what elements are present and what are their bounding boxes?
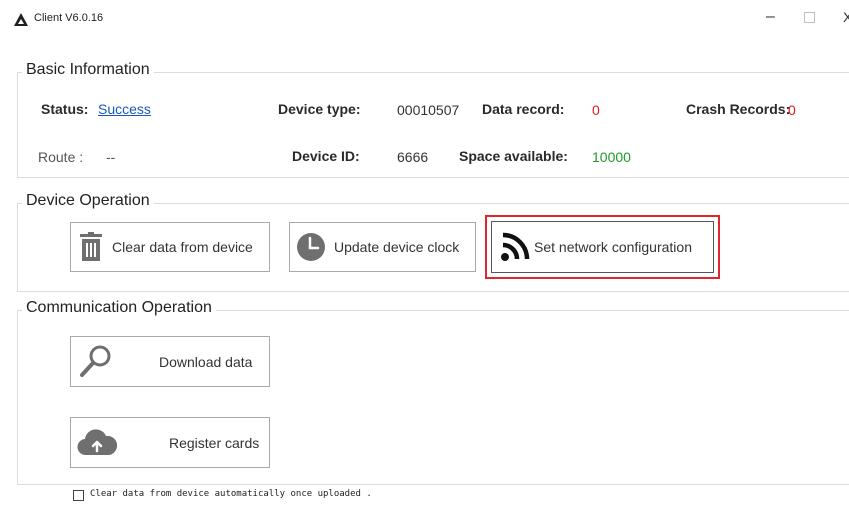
basic-information-title: Basic Information — [22, 61, 154, 79]
set-network-label: Set network configuration — [534, 239, 692, 255]
device-type-label: Device type: — [278, 101, 361, 117]
register-cards-button[interactable]: Register cards — [70, 417, 270, 468]
maximize-button[interactable] — [804, 12, 815, 23]
status-label: Status: — [41, 101, 89, 117]
register-cards-label: Register cards — [169, 435, 260, 451]
device-type-value: 00010507 — [397, 102, 460, 118]
crash-records-label: Crash Records: — [686, 101, 791, 117]
data-record-label: Data record: — [482, 101, 565, 117]
wifi-signal-icon — [501, 232, 530, 261]
minimize-button[interactable]: – — [766, 8, 775, 26]
window-title: Client V6.0.16 — [34, 12, 104, 24]
download-data-label: Download data — [159, 354, 253, 370]
device-operation-title: Device Operation — [22, 192, 154, 210]
communication-operation-title: Communication Operation — [22, 299, 216, 317]
update-clock-label: Update device clock — [334, 239, 460, 255]
set-network-button[interactable]: Set network configuration — [491, 221, 714, 273]
close-button[interactable]: X — [843, 9, 849, 25]
data-record-value: 0 — [592, 102, 600, 118]
crash-records-value: 0 — [788, 102, 796, 118]
auto-clear-label[interactable]: Clear data from device automatically onc… — [90, 489, 372, 499]
route-label: Route : — [38, 149, 84, 165]
status-value-link[interactable]: Success — [98, 101, 151, 117]
clock-icon — [297, 233, 325, 261]
search-magnifier-icon — [80, 345, 111, 377]
route-value: -- — [106, 149, 116, 165]
basic-information-group — [17, 72, 849, 178]
device-id-label: Device ID: — [292, 148, 360, 164]
clear-data-button[interactable]: Clear data from device — [70, 222, 270, 272]
device-id-value: 6666 — [397, 149, 429, 165]
app-logo-icon — [14, 13, 28, 26]
space-available-label: Space available: — [459, 148, 568, 164]
update-clock-button[interactable]: Update device clock — [289, 222, 476, 272]
clear-data-label: Clear data from device — [112, 239, 253, 255]
auto-clear-checkbox[interactable] — [73, 490, 84, 501]
space-available-value: 10000 — [592, 149, 631, 165]
trash-icon — [80, 232, 102, 261]
download-data-button[interactable]: Download data — [70, 336, 270, 387]
cloud-upload-icon — [77, 429, 117, 456]
title-bar: Client V6.0.16 – X — [0, 0, 849, 40]
